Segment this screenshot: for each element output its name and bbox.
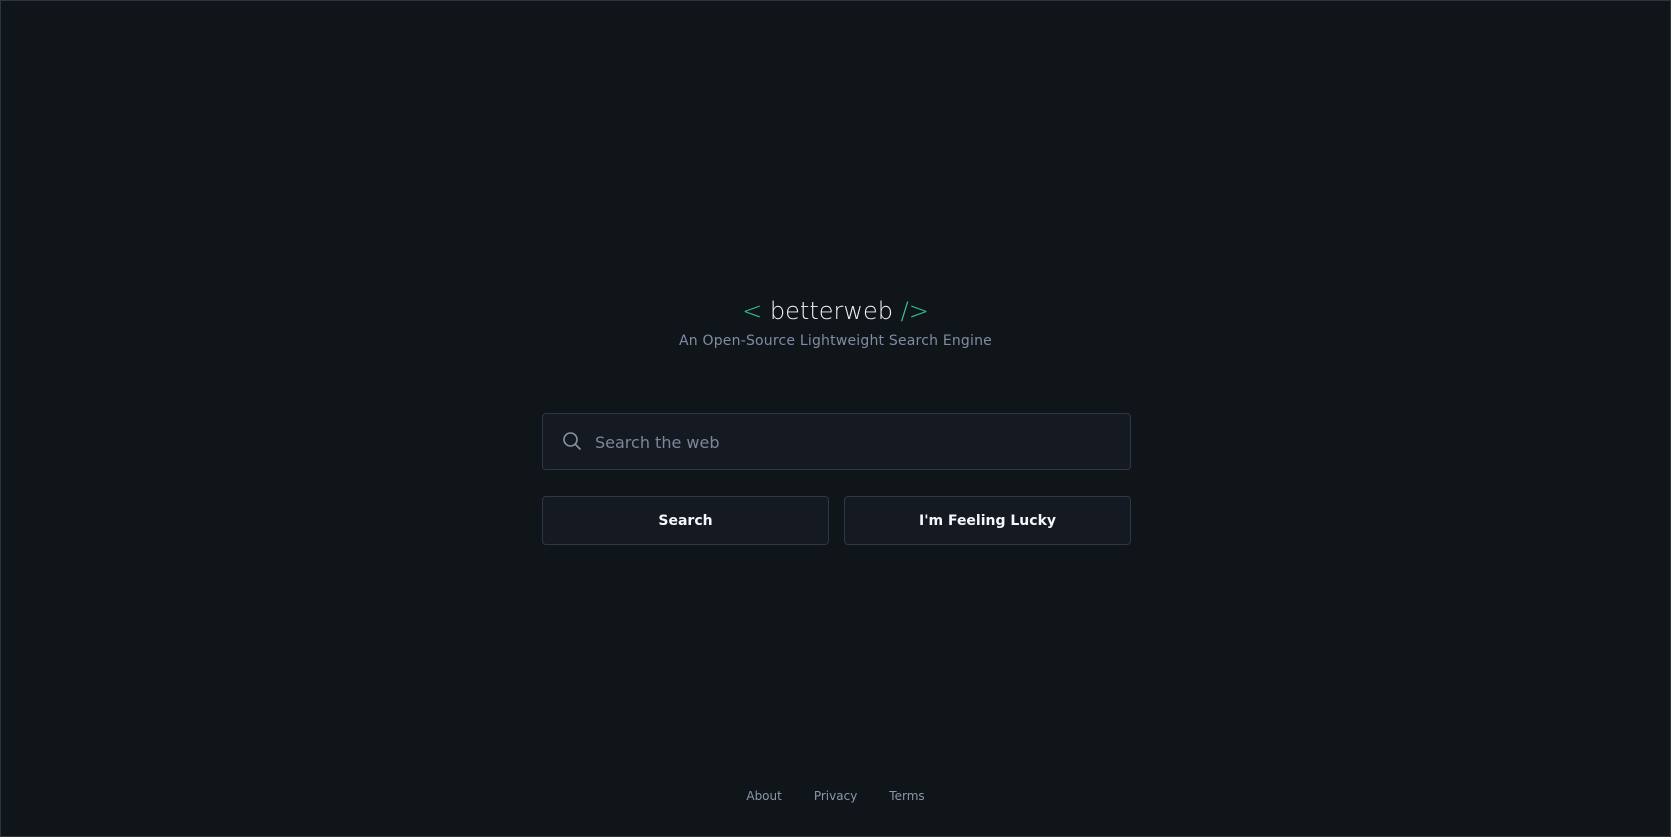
footer-link-about[interactable]: About bbox=[746, 789, 781, 803]
footer-link-terms[interactable]: Terms bbox=[889, 789, 924, 803]
search-input[interactable] bbox=[593, 414, 1117, 471]
logo-close-bracket: /> bbox=[900, 297, 929, 325]
tagline: An Open-Source Lightweight Search Engine bbox=[679, 333, 992, 349]
search-icon bbox=[563, 432, 581, 450]
page-root: < betterweb /> An Open-Source Lightweigh… bbox=[0, 0, 1671, 837]
logo-open-bracket: < bbox=[742, 297, 763, 325]
logo: < betterweb /> bbox=[1, 293, 1670, 329]
feeling-lucky-button[interactable]: I'm Feeling Lucky bbox=[844, 496, 1131, 545]
search-button[interactable]: Search bbox=[542, 496, 829, 545]
footer: About Privacy Terms bbox=[1, 789, 1670, 803]
logo-name: betterweb bbox=[769, 297, 893, 325]
search-box[interactable] bbox=[542, 413, 1131, 471]
footer-link-privacy[interactable]: Privacy bbox=[814, 789, 857, 803]
